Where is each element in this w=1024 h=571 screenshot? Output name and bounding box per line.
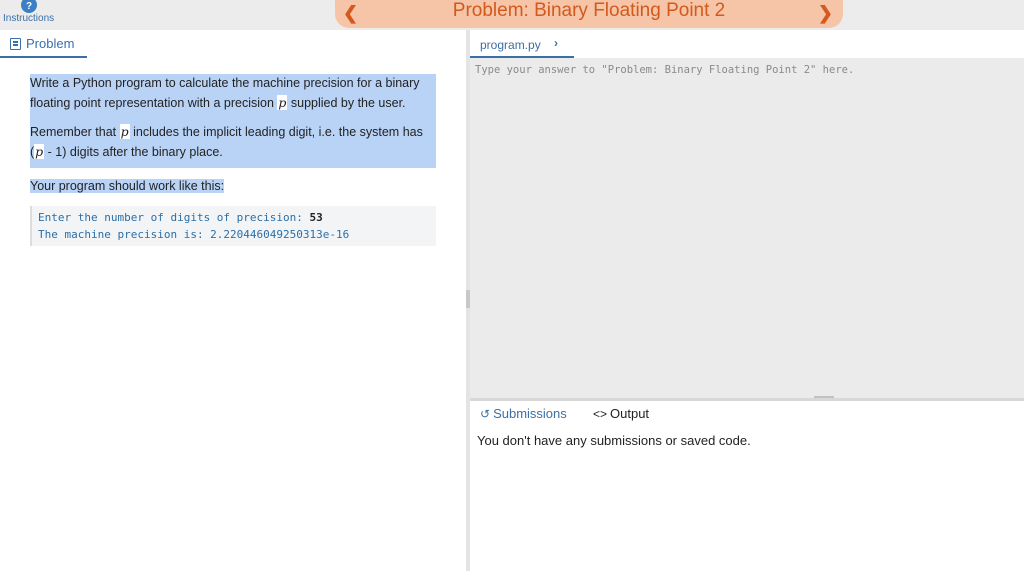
problem-paragraph-3: Your program should work like this: — [30, 179, 225, 193]
chevron-right-icon[interactable]: › — [554, 36, 558, 50]
splitter-handle[interactable] — [814, 396, 834, 398]
problem-paragraph-2: Remember that p includes the implicit le… — [30, 124, 423, 159]
variable-p: p — [277, 95, 288, 110]
code-input-value: 53 — [309, 211, 323, 224]
code-editor[interactable]: Type your answer to "Problem: Binary Flo… — [470, 58, 1024, 398]
highlighted-selection: Write a Python program to calculate the … — [30, 74, 436, 168]
editor-placeholder: Type your answer to "Problem: Binary Flo… — [475, 64, 855, 76]
code-line-1: Enter the number of digits of precision:… — [38, 211, 323, 224]
tab-submissions[interactable]: ↺ Submissions — [480, 406, 567, 425]
empty-submissions-message: You don't have any submissions or saved … — [477, 433, 751, 448]
code-icon: <> — [593, 407, 608, 421]
problem-panel: Problem Write a Python program to calcul… — [0, 30, 466, 571]
example-code-block: Enter the number of digits of precision:… — [30, 206, 436, 246]
tab-problem-label: Problem — [26, 36, 75, 51]
svg-text:?: ? — [26, 1, 32, 12]
problem-paragraph-1: Write a Python program to calculate the … — [30, 76, 420, 110]
page-title: Problem: Binary Floating Point 2 — [452, 0, 726, 21]
file-tab-label: program.py — [480, 38, 541, 52]
title-bar: ❮ Problem: Binary Floating Point 2 ❯ — [335, 0, 843, 28]
top-bar: ? Instructions ❮ Problem: Binary Floatin… — [0, 0, 1024, 30]
chevron-right-icon[interactable]: ❯ — [818, 3, 833, 24]
help-circle-icon[interactable]: ? — [20, 0, 38, 14]
document-icon — [10, 38, 21, 50]
bottom-tabs: ↺ Submissions <> Output — [470, 401, 1024, 429]
editor-panel: program.py › Type your answer to "Proble… — [470, 30, 1024, 571]
instructions-label[interactable]: Instructions — [3, 13, 54, 24]
problem-description: Write a Python program to calculate the … — [30, 74, 436, 246]
history-icon: ↺ — [480, 407, 491, 421]
variable-p: p — [34, 144, 45, 159]
variable-p: p — [119, 124, 130, 139]
code-line-2: The machine precision is: 2.220446049250… — [38, 228, 350, 241]
tab-output[interactable]: <> Output — [593, 406, 649, 421]
tab-program-file[interactable]: program.py › — [470, 30, 574, 58]
tab-problem[interactable]: Problem — [0, 30, 87, 58]
